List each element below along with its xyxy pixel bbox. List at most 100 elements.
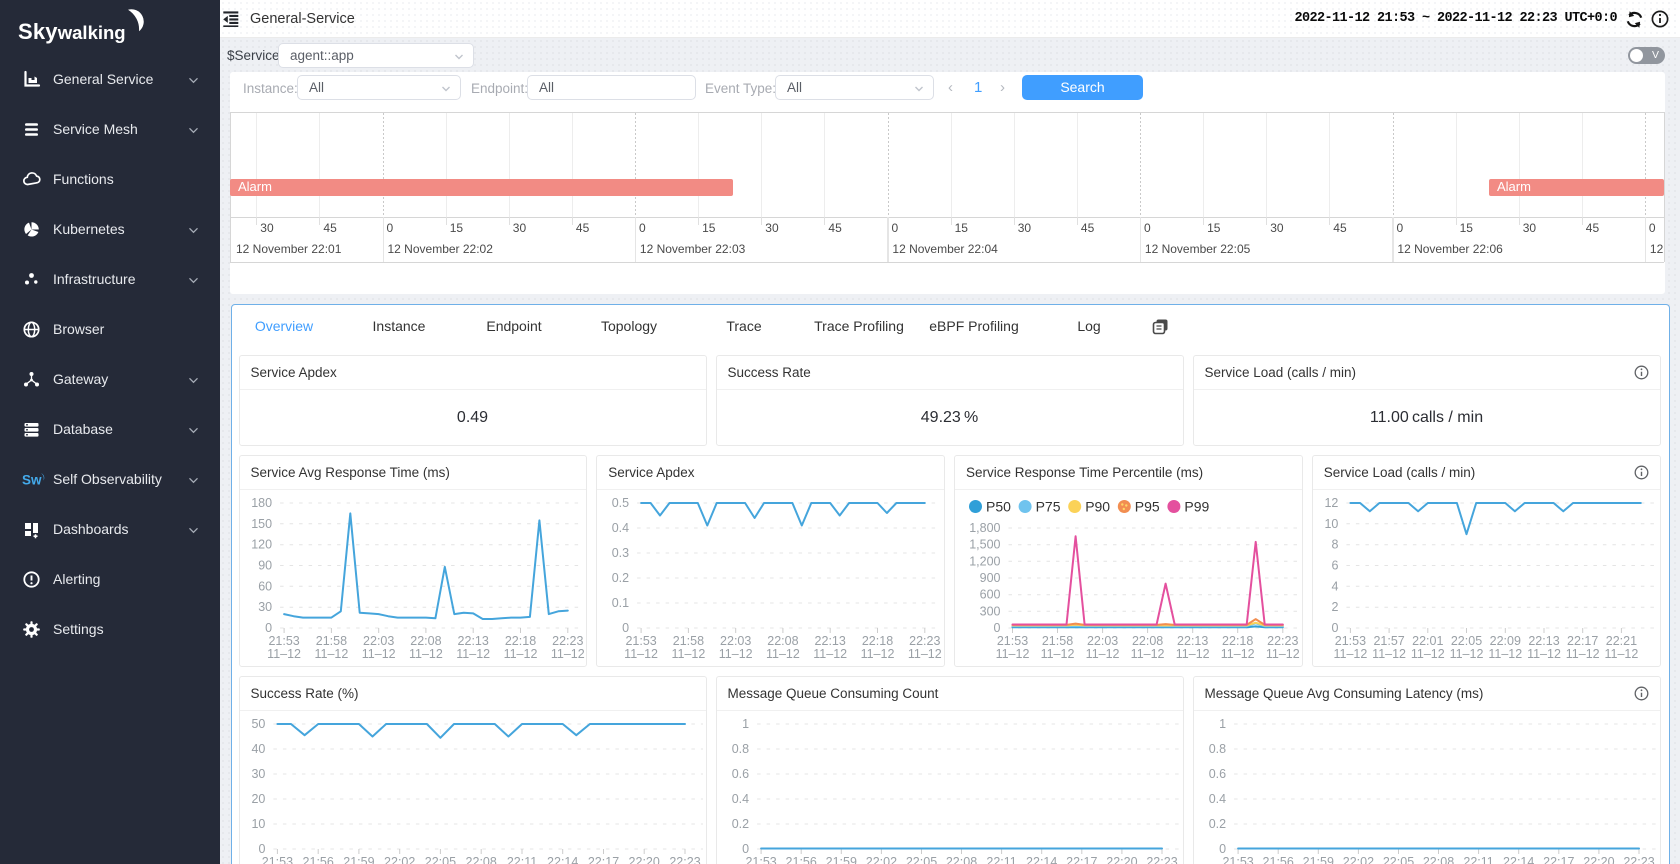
svg-text:11–12: 11–12 — [814, 647, 848, 661]
svg-text:0.4: 0.4 — [612, 521, 629, 535]
svg-text:P50: P50 — [986, 498, 1011, 514]
svg-text:20: 20 — [251, 792, 265, 806]
svg-text:22:03: 22:03 — [363, 634, 394, 648]
svg-text:21:56: 21:56 — [785, 855, 816, 864]
svg-text:21:59: 21:59 — [343, 855, 374, 864]
svg-text:21:53: 21:53 — [1222, 855, 1253, 864]
svg-text:Sw: Sw — [22, 473, 42, 488]
svg-text:11–12: 11–12 — [719, 647, 753, 661]
svg-text:22:18: 22:18 — [504, 634, 535, 648]
svg-text:1,500: 1,500 — [969, 537, 1000, 551]
svg-text:21:58: 21:58 — [1042, 634, 1073, 648]
svg-text:21:53: 21:53 — [997, 634, 1028, 648]
svg-text:150: 150 — [251, 516, 272, 530]
svg-text:22:14: 22:14 — [547, 855, 578, 864]
svg-text:22:02: 22:02 — [1342, 855, 1373, 864]
svg-text:11–12: 11–12 — [1566, 647, 1600, 661]
svg-text:21:59: 21:59 — [825, 855, 856, 864]
svg-text:22:08: 22:08 — [768, 634, 799, 648]
svg-text:11–12: 11–12 — [1604, 647, 1638, 661]
svg-text:0: 0 — [1219, 842, 1226, 856]
svg-text:0.4: 0.4 — [1208, 792, 1225, 806]
svg-text:1: 1 — [1219, 717, 1226, 731]
svg-text:30: 30 — [258, 600, 272, 614]
svg-text:11–12: 11–12 — [1221, 647, 1255, 661]
svg-text:0.2: 0.2 — [1208, 817, 1225, 831]
svg-text:0.4: 0.4 — [731, 792, 748, 806]
svg-text:30: 30 — [251, 767, 265, 781]
svg-text:22:23: 22:23 — [1267, 634, 1298, 648]
svg-text:11–12: 11–12 — [1449, 647, 1483, 661]
svg-text:21:56: 21:56 — [1262, 855, 1293, 864]
svg-text:22:11: 22:11 — [506, 855, 536, 864]
svg-text:22:05: 22:05 — [424, 855, 455, 864]
svg-text:11–12: 11–12 — [996, 647, 1030, 661]
svg-text:0.2: 0.2 — [612, 571, 629, 585]
svg-text:P75: P75 — [1036, 498, 1061, 514]
svg-text:22:13: 22:13 — [1177, 634, 1208, 648]
svg-text:11–12: 11–12 — [314, 647, 348, 661]
svg-text:21:58: 21:58 — [315, 634, 346, 648]
svg-text:0.5: 0.5 — [612, 496, 629, 510]
svg-text:0: 0 — [1331, 621, 1338, 635]
svg-text:22:17: 22:17 — [587, 855, 618, 864]
svg-text:22:09: 22:09 — [1489, 634, 1520, 648]
svg-text:0.8: 0.8 — [731, 742, 748, 756]
svg-text:0: 0 — [622, 621, 629, 635]
svg-text:900: 900 — [980, 571, 1001, 585]
svg-text:22:05: 22:05 — [905, 855, 936, 864]
svg-text:P95: P95 — [1135, 498, 1160, 514]
svg-text:22:23: 22:23 — [1146, 855, 1177, 864]
svg-text:21:59: 21:59 — [1302, 855, 1333, 864]
svg-text:11–12: 11–12 — [1131, 647, 1165, 661]
svg-text:22:08: 22:08 — [1422, 855, 1453, 864]
svg-text:11–12: 11–12 — [1372, 647, 1406, 661]
svg-text:22:02: 22:02 — [384, 855, 415, 864]
svg-text:22:23: 22:23 — [552, 634, 583, 648]
svg-text:600: 600 — [980, 587, 1001, 601]
svg-text:21:57: 21:57 — [1373, 634, 1404, 648]
svg-text:120: 120 — [251, 537, 272, 551]
svg-text:0.1: 0.1 — [612, 596, 629, 610]
svg-text:22:11: 22:11 — [1463, 855, 1493, 864]
svg-text:0: 0 — [994, 621, 1001, 635]
svg-text:11–12: 11–12 — [1086, 647, 1120, 661]
svg-text:22:17: 22:17 — [1567, 634, 1598, 648]
svg-text:22:20: 22:20 — [628, 855, 659, 864]
svg-text:0.8: 0.8 — [1208, 742, 1225, 756]
svg-text:21:53: 21:53 — [261, 855, 292, 864]
svg-text:22:03: 22:03 — [720, 634, 751, 648]
svg-text:22:08: 22:08 — [465, 855, 496, 864]
svg-text:11–12: 11–12 — [1411, 647, 1445, 661]
svg-text:22:23: 22:23 — [909, 634, 940, 648]
svg-text:0.6: 0.6 — [1208, 767, 1225, 781]
svg-text:0.6: 0.6 — [731, 767, 748, 781]
svg-text:50: 50 — [251, 717, 265, 731]
svg-text:11–12: 11–12 — [1333, 647, 1367, 661]
svg-text:22:20: 22:20 — [1583, 855, 1614, 864]
svg-text:21:58: 21:58 — [673, 634, 704, 648]
svg-text:60: 60 — [258, 579, 272, 593]
svg-text:22:23: 22:23 — [669, 855, 700, 864]
svg-text:11–12: 11–12 — [503, 647, 537, 661]
svg-text:22:03: 22:03 — [1087, 634, 1118, 648]
svg-text:22:02: 22:02 — [865, 855, 896, 864]
svg-text:1,200: 1,200 — [969, 554, 1000, 568]
svg-text:0: 0 — [742, 842, 749, 856]
svg-text:21:53: 21:53 — [626, 634, 657, 648]
svg-text:21:53: 21:53 — [1335, 634, 1366, 648]
svg-text:11–12: 11–12 — [908, 647, 942, 661]
svg-text:40: 40 — [251, 742, 265, 756]
svg-text:300: 300 — [980, 604, 1001, 618]
svg-text:10: 10 — [251, 817, 265, 831]
svg-text:22:21: 22:21 — [1606, 634, 1637, 648]
svg-text:2: 2 — [1331, 600, 1338, 614]
svg-text:11–12: 11–12 — [1527, 647, 1561, 661]
svg-text:180: 180 — [251, 496, 272, 510]
svg-text:11–12: 11–12 — [361, 647, 395, 661]
svg-text:22:20: 22:20 — [1106, 855, 1137, 864]
svg-text:0.2: 0.2 — [731, 817, 748, 831]
svg-text:12: 12 — [1324, 496, 1338, 510]
svg-text:22:08: 22:08 — [410, 634, 441, 648]
svg-text:P90: P90 — [1085, 498, 1110, 514]
